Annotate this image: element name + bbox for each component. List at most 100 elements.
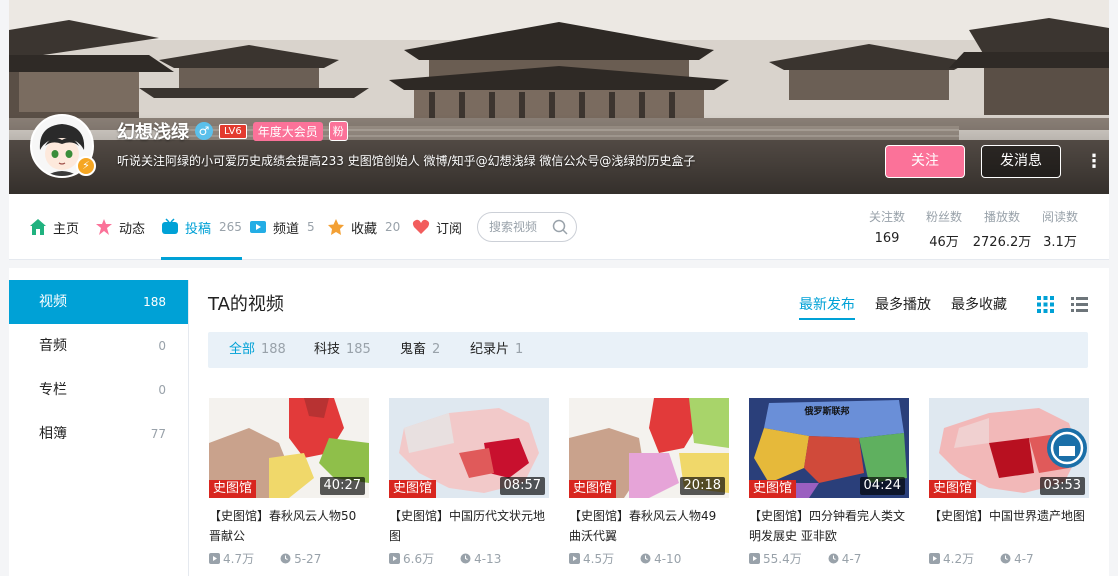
video-date: 4-13 (460, 550, 501, 567)
video-plays-value: 55.4万 (763, 552, 802, 566)
video-duration: 04:24 (859, 477, 905, 495)
filter-kichiku[interactable]: 鬼畜 2 (400, 332, 440, 368)
main-panel: 视频 188 音频 0 专栏 0 相簿 77 TA的视频 最新发布 最多播放 最… (9, 268, 1109, 576)
sidebar-divider (188, 280, 189, 576)
filter-label: 纪录片 (470, 342, 510, 357)
tab-uploads-label: 投稿 (185, 221, 212, 237)
clock-icon (640, 553, 651, 564)
sidebar-item-audio[interactable]: 音频 0 (9, 324, 188, 368)
watermark: 史图馆 (569, 480, 617, 498)
video-plays-value: 4.7万 (223, 552, 255, 566)
video-card[interactable]: 史图馆 20:18 【史图馆】春秋风云人物49 曲沃代翼 4.5万 4-10 (569, 398, 729, 567)
sidebar-item-articles[interactable]: 专栏 0 (9, 368, 188, 412)
play-count-icon (209, 553, 220, 564)
fan-medal-badge[interactable]: 粉 (328, 121, 348, 141)
sidebar-item-count: 188 (143, 295, 166, 309)
sort-latest[interactable]: 最新发布 (799, 294, 855, 320)
favorite-icon (328, 219, 344, 235)
tab-channels-count: 5 (307, 220, 315, 234)
more-options-icon[interactable]: ⋮ (1085, 150, 1103, 174)
play-count-icon (389, 553, 400, 564)
tab-channels-label: 频道 (273, 221, 300, 237)
section-title: TA的视频 (208, 294, 284, 315)
follow-button[interactable]: 关注 (885, 145, 965, 178)
tab-dynamic-label: 动态 (119, 221, 146, 237)
video-plays: 55.4万 (749, 550, 802, 567)
sidebar-item-label: 专栏 (39, 382, 67, 398)
video-title[interactable]: 【史图馆】春秋风云人物49 曲沃代翼 (569, 506, 729, 546)
video-date-value: 4-10 (654, 551, 682, 566)
sidebar-item-albums[interactable]: 相簿 77 (9, 412, 188, 456)
search-icon[interactable] (552, 219, 568, 235)
filter-documentary[interactable]: 纪录片 1 (470, 332, 523, 368)
tab-uploads-count: 265 (219, 220, 242, 234)
play-count-icon (749, 553, 760, 564)
send-message-button[interactable]: 发消息 (981, 145, 1061, 178)
video-thumbnail[interactable]: 史图馆 08:57 (389, 398, 549, 498)
video-card[interactable]: 史图馆 40:27 【史图馆】春秋风云人物50 晋献公 4.7万 5-27 (209, 398, 369, 567)
filter-count: 1 (515, 342, 524, 357)
tab-dynamic[interactable]: 动态 (95, 194, 145, 260)
upload-icon (162, 218, 178, 234)
watermark: 史图馆 (749, 480, 797, 498)
video-title[interactable]: 【史图馆】中国历代文状元地图 (389, 506, 549, 546)
play-count-icon (929, 553, 940, 564)
video-duration: 08:57 (499, 477, 545, 495)
filter-tech[interactable]: 科技 185 (314, 332, 371, 368)
video-thumbnail[interactable]: 史图馆 03:53 (929, 398, 1089, 498)
channel-icon (250, 221, 266, 233)
sort-most-played[interactable]: 最多播放 (875, 294, 931, 318)
video-plays: 4.7万 (209, 550, 254, 567)
video-title[interactable]: 【史图馆】中国世界遗产地图 (929, 506, 1089, 546)
video-thumbnail[interactable]: 俄罗斯联邦 史图馆 04:24 (749, 398, 909, 498)
video-card[interactable]: 史图馆 08:57 【史图馆】中国历代文状元地图 6.6万 4-13 (389, 398, 549, 567)
tab-channels[interactable]: 频道 5 (249, 194, 315, 260)
video-plays: 4.5万 (569, 550, 614, 567)
play-count-icon (569, 553, 580, 564)
video-plays-value: 6.6万 (403, 552, 435, 566)
video-title[interactable]: 【史图馆】春秋风云人物50 晋献公 (209, 506, 369, 546)
user-signature: 听说关注阿绿的小可爱历史成绩会提高233 史图馆创始人 微博/知乎@幻想浅绿 微… (117, 154, 696, 168)
clock-icon (280, 553, 291, 564)
video-date-value: 4-7 (841, 551, 862, 566)
filter-label: 科技 (314, 342, 341, 357)
grid-view-icon[interactable] (1037, 296, 1054, 313)
sidebar-item-videos[interactable]: 视频 188 (9, 280, 188, 324)
watermark: 史图馆 (209, 480, 257, 498)
stat-reads-label: 阅读数 (1041, 210, 1078, 224)
video-meta: 4.2万 4-7 (929, 550, 1089, 567)
sidebar-item-count: 77 (150, 427, 166, 441)
video-date: 4-7 (1000, 550, 1034, 567)
video-thumbnail[interactable]: 史图馆 40:27 (209, 398, 369, 498)
stat-reads: 阅读数 3.1万 (1035, 208, 1085, 250)
video-date-value: 4-13 (474, 551, 502, 566)
video-card[interactable]: 史图馆 03:53 【史图馆】中国世界遗产地图 4.2万 4-7 (929, 398, 1089, 567)
tab-subscriptions[interactable]: 订阅 (412, 194, 462, 260)
tab-favorites[interactable]: 收藏 20 (327, 194, 400, 260)
video-plays: 6.6万 (389, 550, 434, 567)
stat-fans[interactable]: 粉丝数 46万 (921, 208, 967, 250)
video-date: 4-7 (828, 550, 862, 567)
sort-most-favorited[interactable]: 最多收藏 (951, 294, 1007, 318)
search-input[interactable]: 搜索视频 (477, 212, 577, 242)
filter-label: 鬼畜 (400, 342, 427, 357)
verified-badge-icon: ⚡ (76, 156, 96, 176)
video-thumbnail[interactable]: 史图馆 20:18 (569, 398, 729, 498)
tab-subscriptions-label: 订阅 (436, 221, 463, 237)
video-date: 4-10 (640, 550, 681, 567)
stat-fans-label: 粉丝数 (925, 210, 962, 224)
stat-following[interactable]: 关注数 169 (864, 208, 910, 246)
tab-home[interactable]: 主页 (29, 194, 79, 260)
filter-label: 全部 (229, 342, 256, 357)
vip-badge[interactable]: 年度大会员 (252, 121, 323, 141)
list-view-icon[interactable] (1071, 296, 1088, 313)
video-title[interactable]: 【史图馆】四分钟看完人类文明发展史 亚非欧 (749, 506, 909, 546)
search-placeholder: 搜索视频 (489, 220, 538, 234)
stat-plays-label: 播放数 (983, 210, 1020, 224)
tab-uploads[interactable]: 投稿 265 (161, 194, 242, 260)
video-meta: 4.5万 4-10 (569, 550, 729, 567)
video-card[interactable]: 俄罗斯联邦 史图馆 04:24 【史图馆】四分钟看完人类文明发展史 亚非欧 55… (749, 398, 909, 567)
filter-all[interactable]: 全部 188 (229, 332, 286, 368)
video-date-value: 4-7 (1014, 551, 1034, 566)
filter-count: 188 (261, 342, 286, 357)
